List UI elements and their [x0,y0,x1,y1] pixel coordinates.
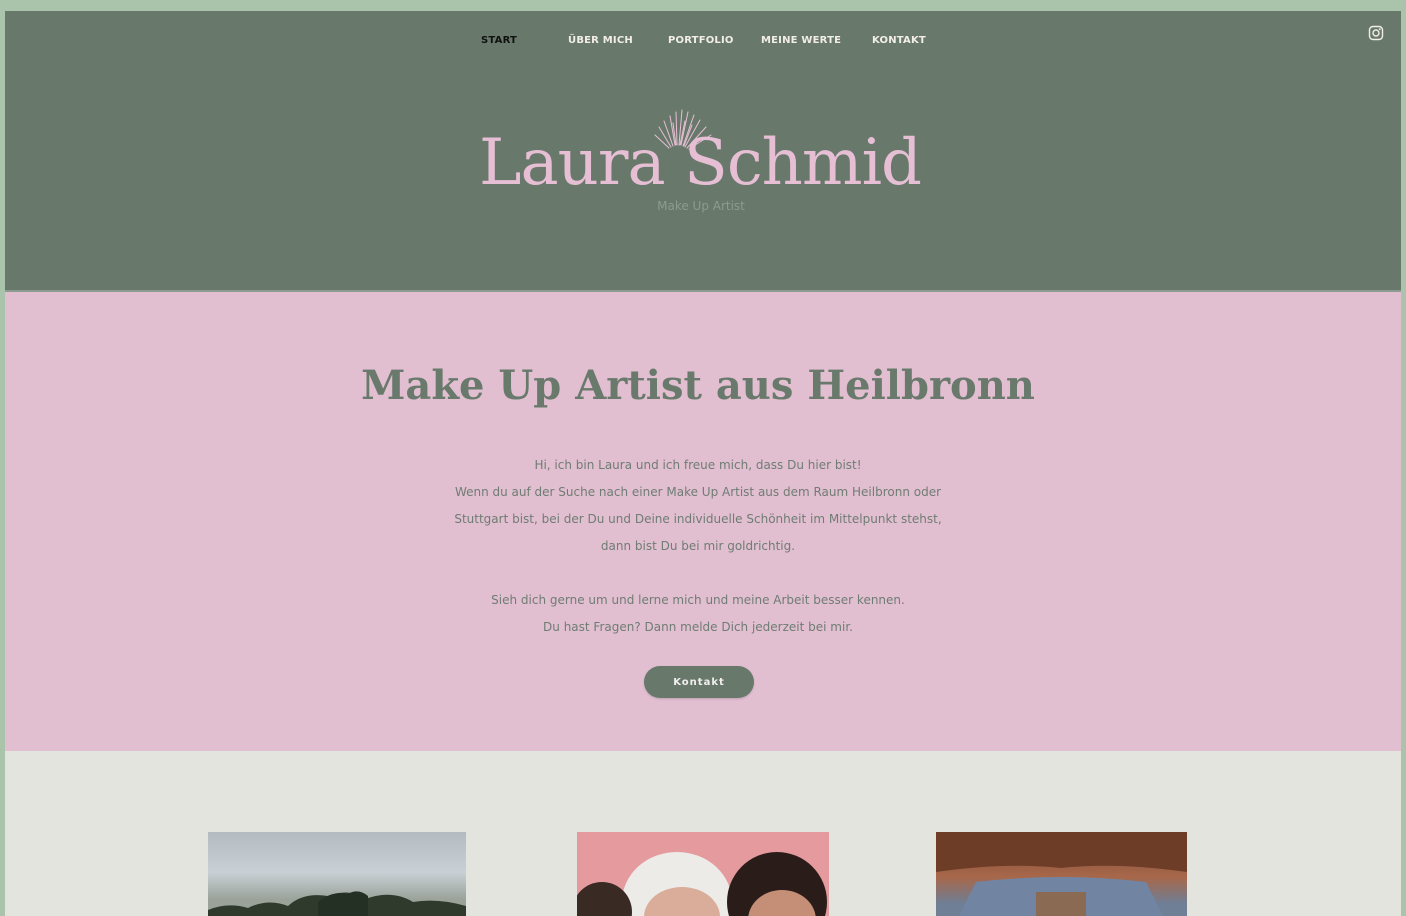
nav-item-meine-werte[interactable]: MEINE WERTE [761,35,841,46]
intro-line: Wenn du auf der Suche nach einer Make Up… [454,485,942,499]
intro-line: Stuttgart bist, bei der Du und Deine ind… [454,512,942,526]
site-header: START ÜBER MICH PORTFOLIO MEINE WERTE KO… [5,11,1401,290]
nav-item-portfolio[interactable]: PORTFOLIO [668,35,734,46]
gallery-image-portrait[interactable] [577,832,829,916]
nav-item-start[interactable]: START [481,35,517,46]
gallery-section [5,751,1401,916]
nav-item-kontakt[interactable]: KONTAKT [872,35,926,46]
intro-section: Make Up Artist aus Heilbronn Hi, ich bin… [5,290,1401,753]
intro-line: dann bist Du bei mir goldrichtig. [600,539,796,553]
intro-line: Sieh dich gerne um und lerne mich und me… [491,593,905,607]
gallery-image-landscape[interactable] [208,832,466,916]
logo-name: Laura Schmid [479,126,922,200]
kontakt-button[interactable]: Kontakt [644,666,754,698]
logo[interactable]: Laura Schmid Make Up Artist [5,101,1401,231]
trees-image [208,891,466,916]
faces-image [577,852,827,916]
intro-title: Make Up Artist aus Heilbronn [361,362,1035,409]
instagram-icon[interactable] [1368,25,1384,41]
gallery-image-fashion[interactable] [936,832,1187,916]
page-frame: START ÜBER MICH PORTFOLIO MEINE WERTE KO… [5,11,1401,916]
denim-image [936,832,1187,916]
main-nav: START ÜBER MICH PORTFOLIO MEINE WERTE KO… [5,35,1401,49]
nav-item-ueber-mich[interactable]: ÜBER MICH [568,35,633,46]
intro-line: Hi, ich bin Laura und ich freue mich, da… [534,458,862,472]
intro-line: Du hast Fragen? Dann melde Dich jederzei… [543,620,853,634]
logo-tagline: Make Up Artist [657,199,745,213]
